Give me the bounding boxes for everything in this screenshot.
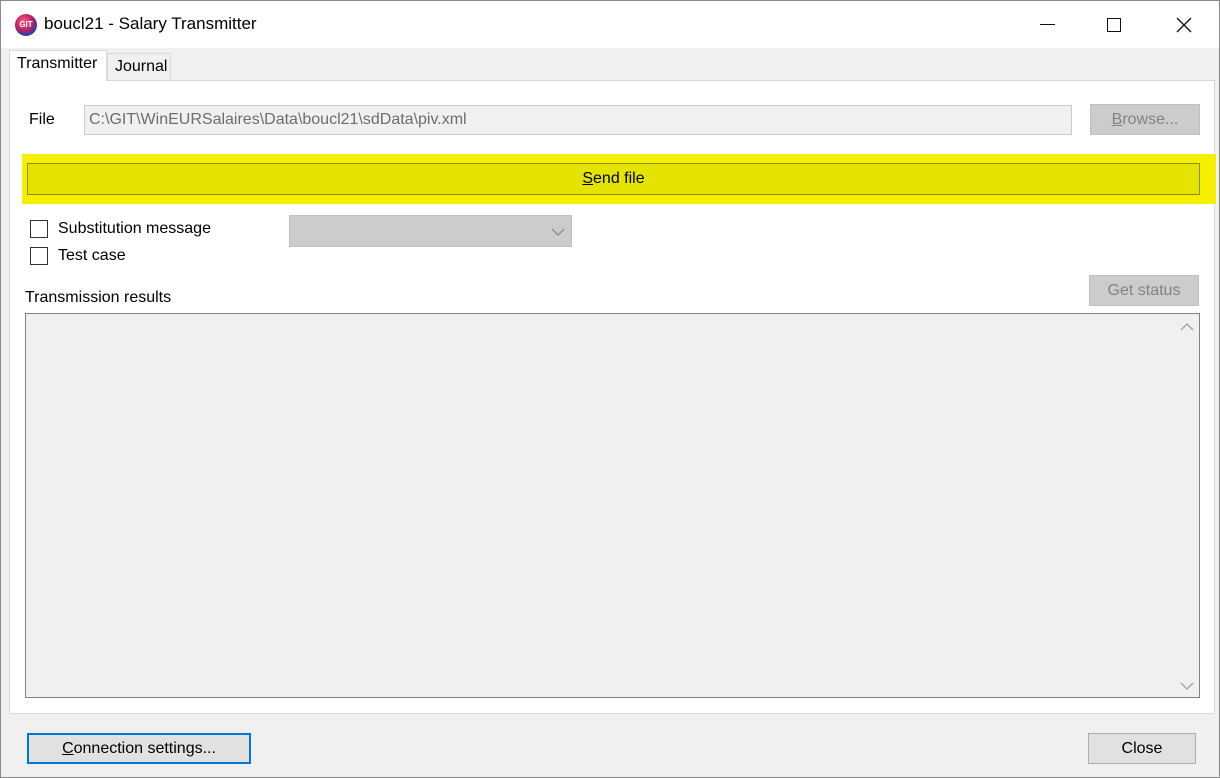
browse-accelerator: B — [1111, 111, 1123, 128]
window-title: boucl21 - Salary Transmitter — [44, 14, 257, 33]
scroll-up-icon[interactable] — [1177, 320, 1197, 334]
send-label: end file — [593, 170, 645, 187]
transmitter-panel: File C:\GIT\WinEURSalaires\Data\boucl21\… — [9, 80, 1216, 714]
transmission-results-label: Transmission results — [25, 289, 172, 306]
file-label: File — [29, 111, 55, 128]
minimize-icon — [1039, 24, 1055, 25]
transmission-results-textarea[interactable] — [25, 313, 1200, 698]
substitution-label: Substitution message — [58, 220, 211, 237]
browse-button[interactable]: Browse... — [1090, 104, 1200, 135]
maximize-button[interactable] — [1091, 1, 1137, 48]
minimize-button[interactable] — [1024, 1, 1070, 48]
send-accelerator: S — [582, 170, 594, 187]
substitution-combo[interactable] — [289, 215, 572, 247]
app-logo-icon: GIT — [15, 14, 37, 36]
chevron-down-icon — [551, 228, 565, 236]
test-case-label: Test case — [58, 247, 126, 264]
close-button[interactable]: Close — [1088, 733, 1196, 764]
browse-label: rowse... — [1122, 111, 1179, 128]
connection-settings-button[interactable]: Connection settings... — [27, 733, 251, 764]
tab-transmitter[interactable]: Transmitter — [9, 50, 107, 81]
connection-label: onnection settings... — [73, 740, 216, 757]
close-window-button[interactable] — [1161, 1, 1207, 48]
test-case-checkbox[interactable] — [30, 247, 48, 265]
maximize-icon — [1107, 17, 1121, 32]
send-file-button[interactable]: Send file — [27, 163, 1200, 195]
substitution-checkbox[interactable] — [30, 220, 48, 238]
tab-journal[interactable]: Journal — [107, 53, 171, 80]
get-status-button[interactable]: Get status — [1089, 275, 1199, 306]
connection-accelerator: C — [62, 740, 74, 757]
close-icon — [1176, 17, 1192, 32]
scroll-down-icon[interactable] — [1177, 679, 1197, 693]
main-window: GIT boucl21 - Salary Transmitter Transmi… — [0, 0, 1220, 778]
title-bar: GIT boucl21 - Salary Transmitter — [1, 1, 1219, 48]
file-path-field[interactable]: C:\GIT\WinEURSalaires\Data\boucl21\sdDat… — [84, 105, 1072, 135]
